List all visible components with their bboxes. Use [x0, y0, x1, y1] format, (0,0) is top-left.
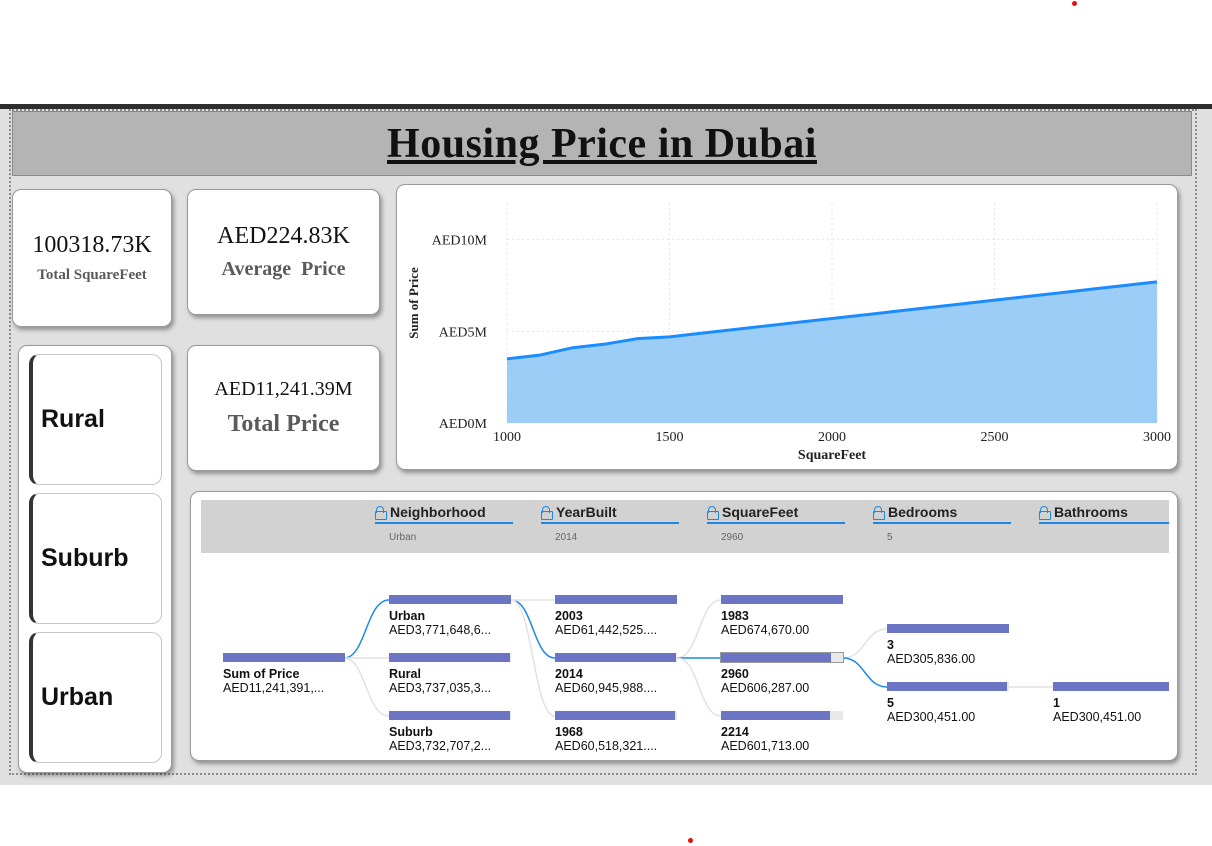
x-axis-title: SquareFeet [798, 448, 867, 463]
price-area-chart: 1000 1500 2000 2500 3000 AED0M AED5M AED10M Squa… [406, 203, 1171, 463]
node-label: Rural [389, 667, 421, 681]
tree-node-root[interactable]: Sum of Price AED11,241,391,... [223, 653, 345, 695]
node-label: 2960 [721, 667, 749, 681]
slicer-button-suburb[interactable]: Suburb [29, 493, 162, 624]
node-value: AED606,287.00 [721, 681, 810, 695]
tree-node-squarefeet-2214[interactable]: 2214 AED601,713.00 [721, 711, 843, 753]
tree-node-bedrooms-3[interactable]: 3 AED305,836.00 [887, 624, 1009, 666]
kpi-value: 100318.73K [32, 232, 152, 258]
tree-node-bathrooms-1[interactable]: 1 AED300,451.00 [1053, 682, 1169, 724]
x-tick-label: 2000 [818, 430, 846, 445]
slicer-button-urban[interactable]: Urban [29, 632, 162, 763]
price-area-chart-card[interactable]: 1000 1500 2000 2500 3000 AED0M AED5M AED10M Squa… [396, 184, 1178, 470]
node-value: AED11,241,391,... [223, 681, 325, 695]
node-value: AED3,737,035,3... [389, 681, 492, 695]
kpi-label: Average Price [221, 258, 346, 280]
x-tick-label: 2500 [981, 430, 1009, 445]
kpi-label: Total SquareFeet [37, 267, 147, 283]
y-axis-title: Sum of Price [406, 267, 421, 339]
node-label: 5 [887, 696, 894, 710]
title-banner: Housing Price in Dubai [12, 111, 1192, 176]
node-value: AED61,442,525.... [555, 623, 658, 637]
tree-node-neighborhood-urban[interactable]: Urban AED3,771,648,6... [389, 595, 511, 637]
node-label: 2014 [555, 667, 583, 681]
node-value: AED601,713.00 [721, 739, 810, 753]
kpi-value: AED11,241.39M [214, 378, 353, 400]
node-label: Suburb [389, 725, 433, 739]
node-label: Urban [389, 609, 426, 623]
kpi-value: AED224.83K [217, 223, 350, 249]
node-value: AED674,670.00 [721, 623, 810, 637]
node-label: Sum of Price [223, 667, 300, 681]
tree-node-neighborhood-suburb[interactable]: Suburb AED3,732,707,2... [389, 711, 511, 753]
tree-node-squarefeet-2960[interactable]: 2960 AED606,287.00 [720, 652, 844, 695]
y-tick-label: AED10M [432, 234, 488, 249]
x-tick-label: 1000 [493, 430, 521, 445]
tree-node-yearbuilt-1968[interactable]: 1968 AED60,518,321.... [555, 711, 677, 753]
node-value: AED60,945,988.... [555, 681, 658, 695]
tree-node-yearbuilt-2014[interactable]: 2014 AED60,945,988.... [555, 653, 677, 695]
x-tick-label: 1500 [656, 430, 684, 445]
slicer-button-rural[interactable]: Rural [29, 354, 162, 485]
tree-node-yearbuilt-2003[interactable]: 2003 AED61,442,525.... [555, 595, 677, 637]
node-label: 2214 [721, 725, 749, 739]
tree-node-bedrooms-5[interactable]: 5 AED300,451.00 [887, 682, 1009, 724]
red-dot-decoration [1072, 1, 1077, 6]
node-label: 3 [887, 638, 894, 652]
node-value: AED60,518,321.... [555, 739, 658, 753]
tree-node-squarefeet-1983[interactable]: 1983 AED674,670.00 [721, 595, 843, 637]
kpi-card-total-price[interactable]: AED11,241.39M Total Price [187, 345, 380, 471]
tree-node-neighborhood-rural[interactable]: Rural AED3,737,035,3... [389, 653, 511, 695]
node-value: AED300,451.00 [887, 710, 976, 724]
node-label: 2003 [555, 609, 583, 623]
kpi-label: Total Price [227, 411, 340, 437]
x-tick-label: 3000 [1143, 430, 1171, 445]
kpi-card-average-price[interactable]: AED224.83K Average Price [187, 189, 380, 315]
dashboard-title: Housing Price in Dubai [387, 120, 817, 167]
decomposition-tree-card: Neighborhood Urban YearBuilt 2014 Square… [190, 491, 1178, 761]
y-tick-label: AED0M [439, 417, 488, 432]
dashboard-page: Housing Price in Dubai 100318.73K Total … [0, 0, 1212, 846]
y-tick-label: AED5M [439, 325, 488, 340]
red-dot-decoration [688, 838, 693, 843]
node-label: 1983 [721, 609, 749, 623]
node-value: AED305,836.00 [887, 652, 976, 666]
tree-connectors [343, 599, 1053, 717]
neighborhood-slicer: Rural Suburb Urban [18, 345, 172, 773]
kpi-card-total-squarefeet[interactable]: 100318.73K Total SquareFeet [12, 189, 172, 327]
node-value: AED3,771,648,6... [389, 623, 492, 637]
node-label: 1968 [555, 725, 583, 739]
node-value: AED300,451.00 [1053, 710, 1142, 724]
node-value: AED3,732,707,2... [389, 739, 492, 753]
node-label: 1 [1053, 696, 1060, 710]
